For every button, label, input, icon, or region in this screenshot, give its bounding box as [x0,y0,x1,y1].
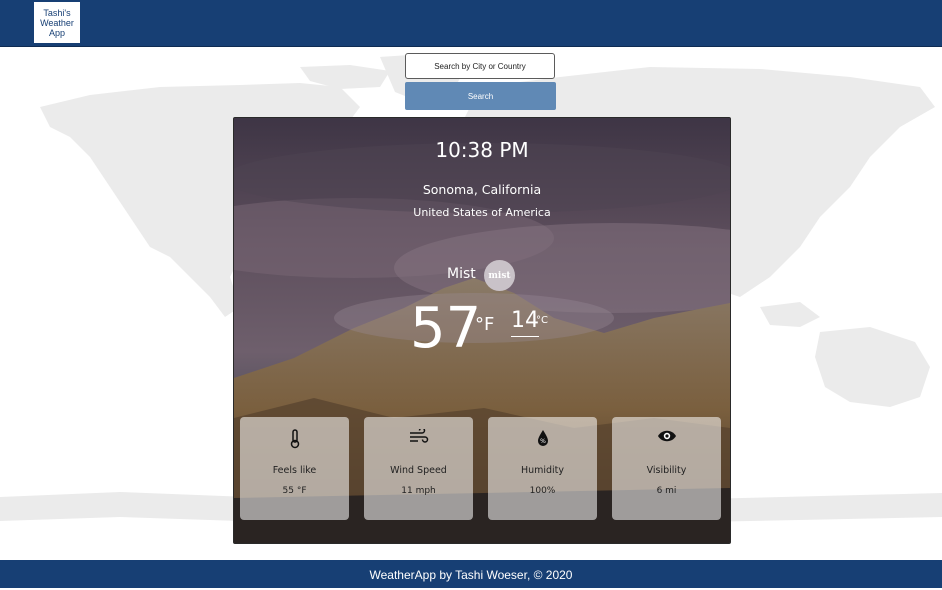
footer-text: WeatherApp by Tashi Woeser, © 2020 [369,568,573,582]
temperature-celsius[interactable]: 14 [511,308,539,337]
search-input[interactable] [405,53,555,79]
humidity-tile: % Humidity 100% [488,417,597,520]
humidity-drop-icon: % [488,429,597,449]
weather-card: 10:38 PM Sonoma, California United State… [233,117,731,544]
app-logo[interactable]: Tashi's Weather App [34,2,80,43]
stat-label: Humidity [520,465,565,476]
city-name: Sonoma, California [422,182,542,197]
temperature-fahrenheit: 57 [410,296,482,361]
stat-label: Visibility [646,465,687,476]
celsius-unit: °C [536,315,548,326]
visibility-tile: Visibility 6 mi [612,417,721,520]
local-time: 10:38 PM [435,138,529,162]
stat-label: Wind Speed [390,465,447,476]
country-name: United States of America [413,206,551,219]
stat-value: 11 mph [401,486,436,496]
stat-value: 100% [529,486,556,496]
svg-text:%: % [540,438,546,445]
stat-value: 55 °F [282,486,307,496]
stat-label: Feels like [272,465,317,476]
eye-icon [612,429,721,449]
weather-condition: Mist [447,266,476,282]
wind-speed-tile: Wind Speed 11 mph [364,417,473,520]
feels-like-tile: Feels like 55 °F [240,417,349,520]
top-navbar: Tashi's Weather App [0,0,942,47]
stat-value: 6 mi [656,486,677,496]
footer: WeatherApp by Tashi Woeser, © 2020 [0,560,942,588]
mist-icon: mist [484,260,515,291]
wind-icon [364,429,473,449]
search-button[interactable]: Search [405,82,556,110]
thermometer-icon [240,429,349,449]
fahrenheit-unit: °F [475,314,495,335]
